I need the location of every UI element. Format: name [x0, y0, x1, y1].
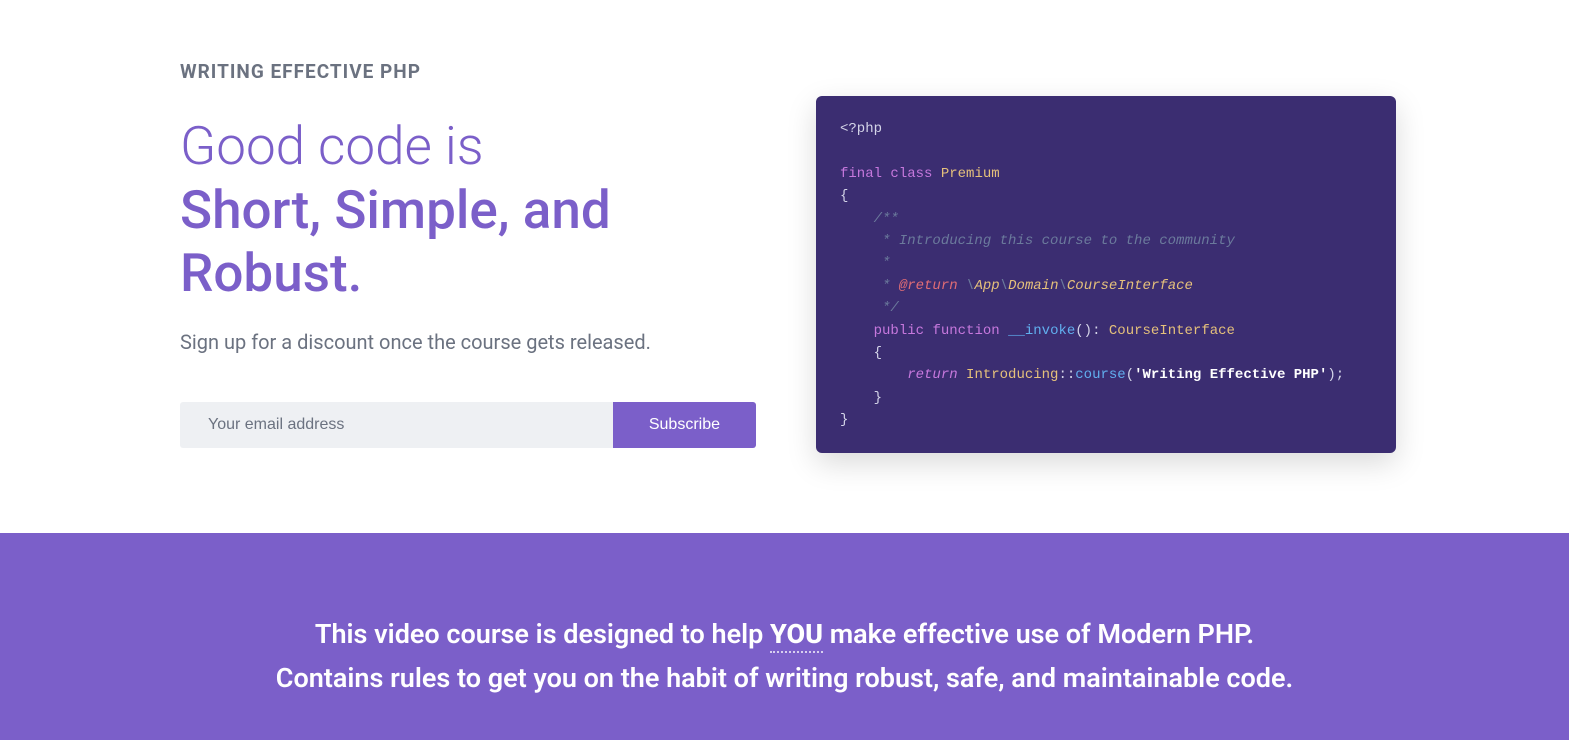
- code-kw-final: final: [840, 166, 882, 182]
- code-kw-return: return: [907, 367, 957, 383]
- code-kw-function: function: [932, 323, 999, 339]
- code-fn-colon: :: [1092, 323, 1109, 339]
- code-doc-line1: * Introducing this course to the communi…: [874, 233, 1235, 249]
- banner-section: This video course is designed to help YO…: [0, 533, 1569, 739]
- banner-line1: This video course is designed to help YO…: [180, 613, 1389, 656]
- code-fn-rettype: CourseInterface: [1109, 323, 1235, 339]
- banner-line2: Contains rules to get you on the habit o…: [180, 657, 1389, 700]
- code-ns3: CourseInterface: [1067, 278, 1193, 294]
- code-inner-brace-close: }: [874, 390, 882, 406]
- hero-section: WRITING EFFECTIVE PHP Good code is Short…: [0, 0, 1569, 533]
- subtext: Sign up for a discount once the course g…: [180, 330, 756, 354]
- code-doc-return-ann: @return: [899, 278, 958, 294]
- headline-bold: Short, Simple, and Robust.: [180, 179, 611, 305]
- code-class-name: Premium: [941, 166, 1000, 182]
- hero-right: <?php final class Premium { /** * Introd…: [816, 60, 1396, 453]
- code-doc-open: /**: [874, 211, 899, 227]
- headline: Good code is Short, Simple, and Robust.: [180, 115, 756, 306]
- code-kw-class: class: [890, 166, 932, 182]
- eyebrow: WRITING EFFECTIVE PHP: [180, 60, 756, 83]
- code-fn-parens: (): [1075, 323, 1092, 339]
- banner-you: YOU: [770, 618, 823, 653]
- code-doc-close: */: [874, 300, 899, 316]
- code-sep2: \: [1000, 278, 1008, 294]
- banner-line1-pre: This video course is designed to help: [315, 618, 770, 650]
- code-str-value: Writing Effective PHP: [1143, 367, 1319, 383]
- code-call-open: (: [1126, 367, 1134, 383]
- code-sep1: \: [958, 278, 975, 294]
- code-str-qo: ': [1134, 367, 1142, 383]
- code-doc-return-prefix: *: [874, 278, 899, 294]
- code-inner-brace-open: {: [874, 345, 882, 361]
- hero-left: WRITING EFFECTIVE PHP Good code is Short…: [180, 60, 756, 453]
- code-sep3: \: [1059, 278, 1067, 294]
- code-scope: ::: [1058, 367, 1075, 383]
- code-call-close: );: [1327, 367, 1344, 383]
- code-ns2: Domain: [1008, 278, 1058, 294]
- banner-line1-post: make effective use of Modern PHP.: [823, 618, 1254, 650]
- subscribe-button[interactable]: Subscribe: [613, 402, 756, 448]
- code-fn-name: __invoke: [1008, 323, 1075, 339]
- headline-light: Good code is: [180, 115, 484, 177]
- code-ns1: App: [974, 278, 999, 294]
- code-kw-public: public: [874, 323, 924, 339]
- code-brace-open: {: [840, 188, 848, 204]
- signup-form: Subscribe: [180, 402, 756, 448]
- email-input[interactable]: [180, 402, 613, 448]
- code-call-method: course: [1075, 367, 1125, 383]
- code-brace-close: }: [840, 412, 848, 428]
- code-call-class: Introducing: [966, 367, 1058, 383]
- code-block: <?php final class Premium { /** * Introd…: [816, 96, 1396, 453]
- code-open-tag: <?php: [840, 121, 882, 137]
- code-doc-empty: *: [874, 255, 891, 271]
